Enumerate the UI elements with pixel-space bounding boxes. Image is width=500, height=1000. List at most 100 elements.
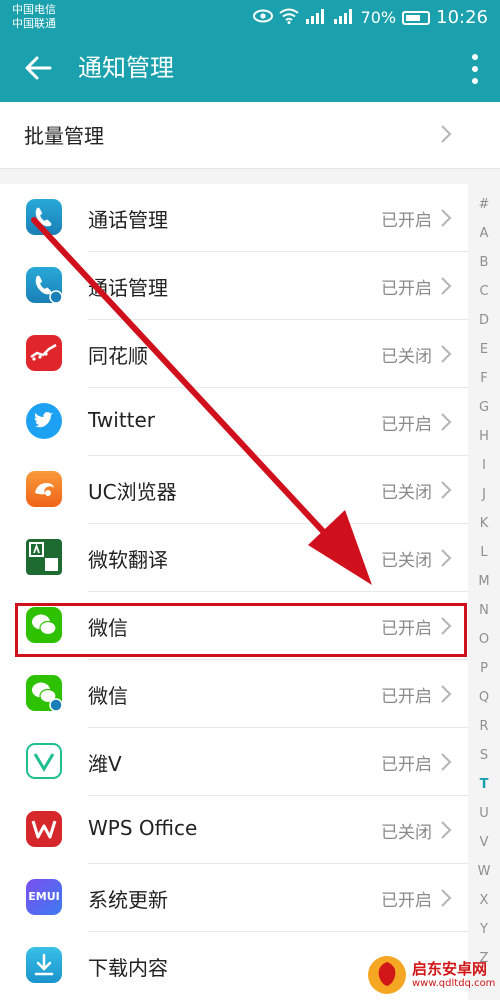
notification-status: 已开启 (381, 755, 432, 775)
index-letter[interactable]: J (468, 480, 500, 509)
notification-status: 已开启 (381, 687, 432, 707)
status-bar: 中国电信 中国联通 70% 10:26 (0, 0, 500, 36)
index-letter[interactable]: N (468, 596, 500, 625)
chevron-right-icon (441, 277, 452, 295)
chevron-right-icon (441, 549, 452, 567)
phone-icon (26, 199, 62, 235)
index-letter[interactable]: H (468, 422, 500, 451)
wps-icon (26, 811, 62, 847)
uc-browser-icon (26, 471, 62, 507)
app-row[interactable]: 通话管理 已开启 (0, 184, 468, 252)
app-row[interactable]: 同花顺 已关闭 (0, 320, 468, 388)
weiv-icon (26, 743, 62, 779)
chevron-right-icon (441, 345, 452, 363)
notification-status: 已关闭 (381, 347, 432, 367)
notification-status: 已关闭 (381, 823, 432, 843)
index-letter[interactable]: V (468, 828, 500, 857)
status-icons: 70% 10:26 (252, 7, 488, 28)
wechat-clone-icon (26, 675, 63, 712)
notification-status: 已开启 (381, 279, 432, 299)
app-row[interactable]: WPS Office 已关闭 (0, 796, 468, 864)
notification-status: 已开启 (381, 415, 432, 435)
chevron-right-icon (441, 413, 452, 431)
index-letter[interactable]: C (468, 277, 500, 306)
index-letter[interactable]: W (468, 857, 500, 886)
index-letter[interactable]: T (468, 770, 500, 799)
index-letter[interactable]: E (468, 335, 500, 364)
index-letter[interactable]: # (468, 190, 500, 219)
app-name: 通话管理 (88, 276, 168, 300)
index-letter[interactable]: L (468, 538, 500, 567)
chevron-right-icon (441, 125, 452, 143)
index-letter[interactable]: D (468, 306, 500, 335)
notification-status: 已关闭 (381, 483, 432, 503)
signal-icon (305, 8, 327, 28)
index-letter[interactable]: Y (468, 915, 500, 944)
index-letter[interactable]: I (468, 451, 500, 480)
carrier-1: 中国电信 (12, 3, 56, 16)
app-row[interactable]: 微信 已开启 (0, 660, 468, 728)
chevron-right-icon (441, 821, 452, 839)
app-row[interactable]: 通话管理 已开启 (0, 252, 468, 320)
carrier-2: 中国联通 (12, 17, 56, 30)
back-arrow-icon[interactable] (22, 52, 54, 84)
index-letter[interactable]: A (468, 219, 500, 248)
app-row[interactable]: Twitter 已开启 (0, 388, 468, 456)
watermark-text: 启东安卓网 (412, 960, 488, 978)
signal-icon-2 (333, 8, 355, 28)
chevron-right-icon (441, 481, 452, 499)
index-letter[interactable]: R (468, 712, 500, 741)
index-letter[interactable]: B (468, 248, 500, 277)
app-name: 微软翻译 (88, 548, 168, 572)
app-row[interactable]: EMUI 系统更新 已开启 (0, 864, 468, 932)
battery-percent: 70% (360, 8, 397, 27)
app-bar: 通知管理 (0, 36, 500, 102)
app-name: WPS Office (88, 816, 198, 840)
app-list: 通话管理 已开启 通话管理 已开启 同花顺 已关闭 Twitter 已开启 UC… (0, 184, 468, 1000)
watermark-url: www.qdltdq.com (412, 978, 496, 989)
app-name: 同花顺 (88, 344, 148, 368)
chevron-right-icon (441, 685, 452, 703)
app-name: Twitter (88, 408, 156, 432)
page-title: 通知管理 (78, 54, 174, 82)
app-row[interactable]: 潍V 已开启 (0, 728, 468, 796)
app-name: 系统更新 (88, 888, 168, 912)
chevron-right-icon (441, 209, 452, 227)
app-name: 下载内容 (88, 956, 168, 980)
chevron-right-icon (441, 753, 452, 771)
notification-status: 已关闭 (381, 551, 432, 571)
alphabet-index[interactable]: # A B C D E F G H I J K L M N O P Q R S T U V W X Y Z (468, 190, 500, 973)
app-name: 通话管理 (88, 208, 168, 232)
index-letter[interactable]: G (468, 393, 500, 422)
download-icon (26, 947, 62, 983)
eye-icon (252, 8, 273, 27)
annotation-highlight-box (15, 603, 467, 657)
index-letter[interactable]: S (468, 741, 500, 770)
twitter-icon (26, 403, 62, 439)
index-letter[interactable]: U (468, 799, 500, 828)
notification-status: 已开启 (381, 211, 432, 231)
index-letter[interactable]: O (468, 625, 500, 654)
index-letter[interactable]: P (468, 654, 500, 683)
index-letter[interactable]: X (468, 886, 500, 915)
wifi-icon (278, 8, 299, 28)
translator-icon (26, 539, 62, 575)
battery-icon (402, 10, 431, 25)
index-letter[interactable]: K (468, 509, 500, 538)
tonghuashun-icon (26, 335, 62, 371)
app-row[interactable]: 微软翻译 已关闭 (0, 524, 468, 592)
carrier-info: 中国电信 中国联通 (12, 3, 56, 31)
chevron-right-icon (441, 889, 452, 907)
app-row[interactable]: UC浏览器 已关闭 (0, 456, 468, 524)
app-name: 微信 (88, 684, 128, 708)
clock: 10:26 (436, 7, 488, 28)
index-letter[interactable]: F (468, 364, 500, 393)
batch-manage-label: 批量管理 (24, 124, 104, 148)
more-options-icon[interactable] (470, 52, 480, 86)
app-name: 潍V (88, 752, 122, 776)
index-letter[interactable]: Q (468, 683, 500, 712)
batch-manage-row[interactable]: 批量管理 (0, 102, 500, 169)
phone-clone-icon (26, 267, 63, 304)
watermark: 启东安卓网 www.qdltdq.com (366, 954, 496, 998)
index-letter[interactable]: M (468, 567, 500, 596)
